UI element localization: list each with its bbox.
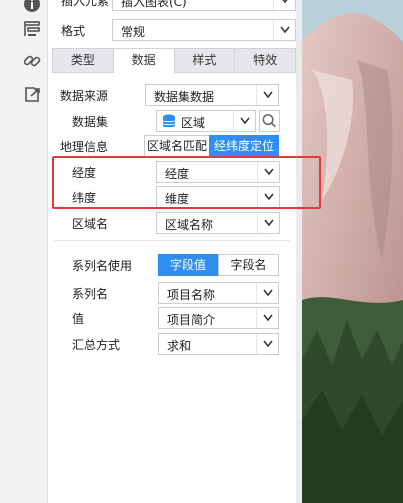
background-photo [302,0,403,503]
region-name-row: 区域名 区域名称 [48,212,296,234]
insert-element-row: 插入元素 插入图表(C) [48,0,296,11]
insert-element-value: 插入图表(C) [121,0,187,9]
tab-type[interactable]: 类型 [52,48,114,73]
chart-property-panel: 插入元素 插入图表(C) 格式 常规 类型 数据 样式 特效 数据来源 数据集数… [48,0,296,503]
icon-rail [0,0,48,503]
data-source-row: 数据来源 数据集数据 [48,84,296,106]
property-tabs: 类型 数据 样式 特效 [52,48,296,73]
chevron-down-icon [256,283,278,303]
dataset-label: 数据集 [72,115,109,129]
value-label: 值 [72,312,85,326]
geo-option-latlng[interactable]: 经纬度定位 [209,135,279,157]
data-source-label: 数据来源 [60,89,109,103]
format-value: 常规 [121,25,146,39]
insert-element-select[interactable]: 插入图表(C) [112,0,296,11]
chevron-down-icon [256,334,278,354]
tab-data[interactable]: 数据 [113,48,175,73]
value-row: 值 项目简介 [48,307,296,329]
series-use-field-value[interactable]: 字段值 [158,254,218,276]
format-label: 格式 [61,24,86,38]
search-icon [262,114,276,128]
geo-option-region-match[interactable]: 区域名匹配 [144,135,210,157]
geo-mode-toggle: 区域名匹配 经纬度定位 [144,135,280,157]
chevron-down-icon [273,0,295,10]
chevron-down-icon [256,85,278,105]
aggregation-row: 汇总方式 求和 [48,333,296,355]
series-name-row: 系列名 项目名称 [48,282,296,304]
series-use-toggle: 字段值 字段名 [158,254,279,276]
region-name-label: 区域名 [72,217,109,231]
value-value: 项目简介 [167,313,216,327]
database-icon [162,114,176,129]
series-use-row: 系列名使用 字段值 字段名 [48,254,296,276]
chevron-down-icon [256,308,278,328]
chevron-down-icon [257,213,279,233]
series-use-label: 系列名使用 [72,259,133,273]
dataset-select[interactable]: 区域 [156,110,256,132]
link-icon[interactable] [22,51,42,71]
series-use-field-name[interactable]: 字段名 [218,254,279,276]
aggregation-select[interactable]: 求和 [158,333,279,355]
aggregation-label: 汇总方式 [72,338,121,352]
section-divider [54,240,290,241]
region-name-value: 区域名称 [165,218,214,232]
format-row: 格式 常规 [48,19,296,41]
series-name-select[interactable]: 项目名称 [158,282,279,304]
region-name-select[interactable]: 区域名称 [156,212,280,234]
series-name-label: 系列名 [72,287,109,301]
insert-element-label: 插入元素 [61,0,110,8]
format-select[interactable]: 常规 [112,19,296,41]
export-icon[interactable] [22,84,42,104]
tab-effects[interactable]: 特效 [235,48,296,73]
dataset-value: 区域 [181,116,206,130]
search-button[interactable] [259,110,280,132]
layout-icon[interactable] [22,19,42,39]
chevron-down-icon [273,20,295,40]
data-source-value: 数据集数据 [154,90,215,104]
data-source-select[interactable]: 数据集数据 [145,84,279,106]
value-select[interactable]: 项目简介 [158,307,279,329]
highlight-box [52,156,321,209]
chevron-down-icon [233,111,255,131]
geo-info-label: 地理信息 [60,140,109,154]
aggregation-value: 求和 [167,339,192,353]
info-icon[interactable] [22,0,42,14]
tab-style[interactable]: 样式 [174,48,236,73]
panel-scrollbar[interactable] [296,0,302,503]
series-name-value: 项目名称 [167,288,216,302]
geo-info-row: 地理信息 区域名匹配 经纬度定位 [48,135,296,157]
dataset-row: 数据集 区域 [48,110,296,132]
